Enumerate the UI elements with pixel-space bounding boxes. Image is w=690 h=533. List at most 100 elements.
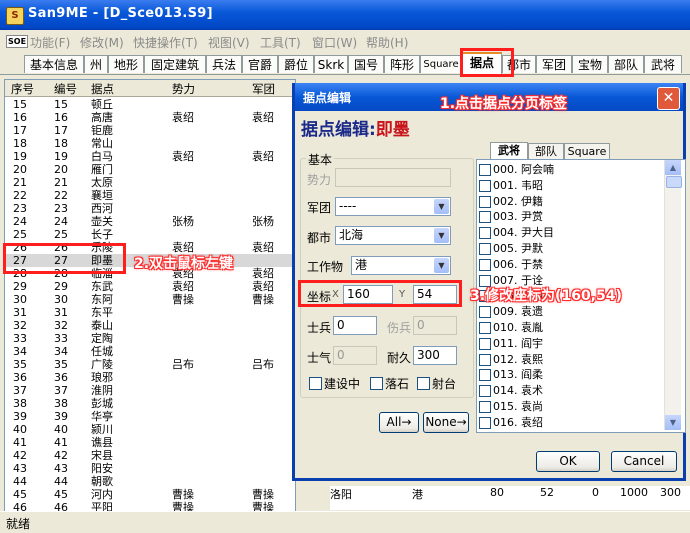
menu-tools[interactable]: 工具(T) bbox=[260, 34, 301, 51]
officer-list-item[interactable]: 005. 尹默 bbox=[479, 241, 665, 257]
col-header-id[interactable]: 编号 bbox=[54, 81, 77, 97]
under-construction-checkbox[interactable] bbox=[309, 377, 322, 390]
table-row[interactable]: 41 41 谯县 bbox=[5, 436, 295, 449]
select-none-button[interactable]: None→ bbox=[423, 412, 469, 433]
table-row[interactable]: 15 15 顿丘 bbox=[5, 98, 295, 111]
officer-checkbox[interactable] bbox=[479, 164, 491, 176]
officer-checkbox[interactable] bbox=[479, 353, 491, 366]
chevron-down-icon[interactable]: ▼ bbox=[434, 228, 449, 243]
table-row[interactable]: 23 23 西河 bbox=[5, 202, 295, 215]
table-row[interactable]: 29 29 东武 袁绍 袁绍 bbox=[5, 280, 295, 293]
officer-list-item[interactable]: 010. 袁胤 bbox=[479, 320, 665, 336]
table-row[interactable]: 17 17 钜鹿 bbox=[5, 124, 295, 137]
officer-checkbox[interactable] bbox=[479, 385, 491, 398]
building-select[interactable]: 港 ▼ bbox=[351, 256, 451, 275]
tab-skrk[interactable]: Skrk bbox=[314, 55, 348, 73]
officer-checkbox[interactable] bbox=[479, 401, 491, 413]
table-row[interactable]: 19 19 白马 袁绍 袁绍 bbox=[5, 150, 295, 163]
table-row[interactable]: 24 24 壶关 张杨 张杨 bbox=[5, 215, 295, 228]
corps-select[interactable]: ---- ▼ bbox=[335, 197, 451, 216]
tab-officer[interactable]: 武将 bbox=[644, 55, 682, 73]
table-row[interactable]: 20 20 雁门 bbox=[5, 163, 295, 176]
window-title-bar[interactable]: S San9ME - [D_Sce013.S9] bbox=[0, 0, 690, 30]
tab-state[interactable]: 州 bbox=[84, 55, 108, 73]
table-row[interactable]: 34 34 任城 bbox=[5, 345, 295, 358]
scroll-up-icon[interactable]: ▲ bbox=[665, 160, 681, 175]
officer-list-item[interactable]: 002. 伊籍 bbox=[479, 194, 665, 210]
table-row[interactable]: 32 32 泰山 bbox=[5, 319, 295, 332]
stronghold-table[interactable]: 序号 编号 据点 势力 军团 15 15 顿丘 16 16 高唐 袁绍 袁绍 17 17 钜鹿 18 1… bbox=[4, 79, 296, 513]
officer-list-item[interactable]: 001. 韦昭 bbox=[479, 178, 665, 194]
tab-basic-info[interactable]: 基本信息 bbox=[24, 55, 84, 73]
table-row[interactable]: 18 18 常山 bbox=[5, 137, 295, 150]
table-row[interactable]: 42 42 宋县 bbox=[5, 449, 295, 462]
menu-window[interactable]: 窗口(W) bbox=[312, 34, 357, 51]
officer-checkbox[interactable] bbox=[479, 243, 491, 255]
scroll-thumb[interactable] bbox=[666, 176, 682, 188]
tab-square[interactable]: Square bbox=[564, 143, 610, 159]
menu-view[interactable]: 视图(V) bbox=[208, 34, 250, 51]
tab-nation-name[interactable]: 国号 bbox=[348, 55, 384, 73]
cancel-button[interactable]: Cancel bbox=[611, 451, 677, 472]
menu-help[interactable]: 帮助(H) bbox=[366, 34, 408, 51]
durability-input[interactable]: 300 bbox=[413, 346, 457, 365]
tab-square[interactable]: Square bbox=[420, 55, 462, 73]
table-row[interactable]: 44 44 朝歌 bbox=[5, 475, 295, 488]
table-row[interactable]: 37 37 淮阴 bbox=[5, 384, 295, 397]
menu-function[interactable]: 功能(F) bbox=[30, 34, 70, 51]
table-row[interactable]: 30 30 东阿 曹操 曹操 bbox=[5, 293, 295, 306]
table-row[interactable]: 35 35 广陵 吕布 吕布 bbox=[5, 358, 295, 371]
city-select[interactable]: 北海 ▼ bbox=[335, 226, 451, 245]
col-header-force[interactable]: 势力 bbox=[172, 81, 195, 97]
officer-list-item[interactable]: 014. 袁术 bbox=[479, 383, 665, 399]
tab-fixed-building[interactable]: 固定建筑 bbox=[144, 55, 206, 73]
tab-rank[interactable]: 爵位 bbox=[278, 55, 314, 73]
officer-list-item[interactable]: 015. 袁尚 bbox=[479, 399, 665, 415]
select-all-button[interactable]: All→ bbox=[379, 412, 419, 433]
menu-modify[interactable]: 修改(M) bbox=[80, 34, 124, 51]
officer-checkbox[interactable] bbox=[479, 258, 491, 271]
officer-checkbox[interactable] bbox=[479, 322, 491, 334]
table-row[interactable]: 16 16 高唐 袁绍 袁绍 bbox=[5, 111, 295, 124]
officer-list-item[interactable]: 011. 阎宇 bbox=[479, 336, 665, 352]
table-row[interactable]: 39 39 华亭 bbox=[5, 410, 295, 423]
officer-list-item[interactable]: 016. 袁绍 bbox=[479, 415, 665, 431]
col-header-stronghold[interactable]: 据点 bbox=[91, 81, 114, 97]
table-row[interactable]: 33 33 定陶 bbox=[5, 332, 295, 345]
officer-checkbox[interactable] bbox=[479, 179, 491, 192]
rockfall-checkbox[interactable] bbox=[370, 377, 383, 390]
table-row[interactable]: 25 25 长子 bbox=[5, 228, 295, 241]
officer-list-item[interactable]: 012. 袁熙 bbox=[479, 352, 665, 368]
table-row[interactable]: 38 38 彭城 bbox=[5, 397, 295, 410]
table-row[interactable]: 43 43 阳安 bbox=[5, 462, 295, 475]
officer-checkbox[interactable] bbox=[479, 227, 491, 240]
officer-list-item[interactable]: 006. 于禁 bbox=[479, 257, 665, 273]
tab-office[interactable]: 官爵 bbox=[242, 55, 278, 73]
officer-list-item[interactable]: 009. 袁遗 bbox=[479, 304, 665, 320]
officer-checkbox[interactable] bbox=[479, 211, 491, 224]
tab-treasure[interactable]: 宝物 bbox=[572, 55, 608, 73]
table-row[interactable]: 40 40 颍川 bbox=[5, 423, 295, 436]
officer-checkbox[interactable] bbox=[479, 369, 491, 382]
officer-list-item[interactable]: 004. 尹大目 bbox=[479, 225, 665, 241]
officer-checkbox[interactable] bbox=[479, 306, 491, 319]
tab-tactics[interactable]: 兵法 bbox=[206, 55, 242, 73]
scroll-down-icon[interactable]: ▼ bbox=[665, 415, 681, 430]
table-row[interactable]: 31 31 东平 bbox=[5, 306, 295, 319]
tab-formation[interactable]: 阵形 bbox=[384, 55, 420, 73]
vertical-scrollbar[interactable]: ▲ ▼ bbox=[664, 160, 682, 430]
officer-list-item[interactable]: 000. 阿会喃 bbox=[479, 162, 665, 178]
shooting-tower-checkbox[interactable] bbox=[417, 377, 430, 390]
col-header-corps[interactable]: 军团 bbox=[252, 81, 275, 97]
tab-officers[interactable]: 武将 bbox=[490, 142, 528, 159]
menu-quick-ops[interactable]: 快捷操作(T) bbox=[133, 34, 198, 51]
ok-button[interactable]: OK bbox=[536, 451, 600, 472]
tab-unit[interactable]: 部队 bbox=[608, 55, 644, 73]
table-row[interactable]: 36 36 琅邪 bbox=[5, 371, 295, 384]
tab-units[interactable]: 部队 bbox=[528, 143, 564, 159]
chevron-down-icon[interactable]: ▼ bbox=[434, 199, 449, 214]
officer-list-item[interactable]: 003. 尹赏 bbox=[479, 209, 665, 225]
table-row[interactable]: 21 21 太原 bbox=[5, 176, 295, 189]
officer-checkbox[interactable] bbox=[479, 337, 491, 350]
table-row[interactable]: 22 22 襄垣 bbox=[5, 189, 295, 202]
